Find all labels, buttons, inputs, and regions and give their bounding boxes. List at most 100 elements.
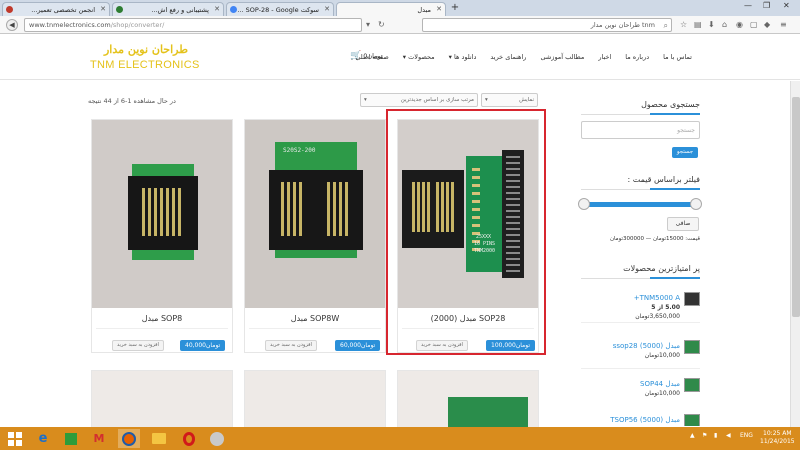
- reading-list-icon[interactable]: ▤: [694, 20, 702, 29]
- scrollbar-thumb[interactable]: [792, 97, 800, 317]
- close-tab-icon[interactable]: ✕: [436, 5, 442, 13]
- logo-english[interactable]: TNM ELECTRONICS: [90, 59, 200, 71]
- menu-about[interactable]: درباره ما: [625, 53, 649, 61]
- google-favicon-icon: [230, 6, 237, 13]
- menu-products[interactable]: محصولات ▾: [403, 53, 435, 61]
- browser-tab-3[interactable]: سوکت SOP-28 - Google ... ✕: [226, 2, 334, 16]
- home-icon[interactable]: ⌂: [722, 20, 727, 29]
- sort-controls: مرتب سازی بر اساس جدیدترین ▾ نمایش ▾: [360, 93, 538, 107]
- new-tab-icon[interactable]: +: [449, 2, 461, 14]
- product-thumbnail[interactable]: [684, 378, 700, 392]
- address-bar[interactable]: www.tnmelectronics.com /shop/converter/: [24, 18, 362, 32]
- download-icon[interactable]: ⬇: [708, 20, 715, 29]
- result-count: در حال مشاهده 1-6 از 44 نتیجه: [88, 97, 176, 105]
- top-item-name[interactable]: TNM5000 A+: [634, 294, 680, 302]
- product-title[interactable]: مبدل SOP8W: [245, 314, 385, 323]
- product-thumbnail[interactable]: [684, 340, 700, 354]
- url-host: www.tnmelectronics.com: [29, 21, 111, 29]
- app-taskbar-button[interactable]: [206, 429, 228, 448]
- search-icon[interactable]: ⌕: [664, 21, 668, 31]
- internet-explorer-icon: e: [38, 431, 48, 446]
- top-item-name[interactable]: مبدل (5000) ssop28: [613, 342, 680, 350]
- back-icon[interactable]: ◀: [6, 19, 18, 31]
- heading-underline: [581, 277, 700, 279]
- close-tab-icon[interactable]: ✕: [324, 5, 330, 13]
- product-image[interactable]: S20S2-200: [245, 120, 385, 308]
- top-item-name[interactable]: مبدل (5000) TSOP56: [610, 416, 680, 424]
- language-indicator[interactable]: ENG: [740, 432, 753, 439]
- product-card-partial[interactable]: [244, 370, 386, 430]
- price-button[interactable]: 40,000تومان: [180, 340, 226, 351]
- price-slider-max-handle[interactable]: [690, 198, 702, 210]
- store-taskbar-button[interactable]: [60, 429, 82, 448]
- top-rated-item[interactable]: مبدل SOP44 10,000تومان: [581, 378, 700, 412]
- product-thumbnail[interactable]: [684, 414, 700, 426]
- menu-home[interactable]: صفحه اصلی: [355, 53, 388, 61]
- explorer-taskbar-button[interactable]: [148, 429, 170, 448]
- minimize-icon[interactable]: —: [744, 1, 752, 10]
- logo-persian[interactable]: طراحان نوین مدار: [104, 43, 188, 56]
- dropdown-icon[interactable]: ▾: [366, 20, 370, 29]
- price-slider-min-handle[interactable]: [578, 198, 590, 210]
- close-tab-icon[interactable]: ✕: [214, 5, 220, 13]
- top-rated-item[interactable]: مبدل (5000) TSOP56: [581, 414, 700, 426]
- price-button[interactable]: 60,000تومان: [335, 340, 381, 351]
- tray-network-icon[interactable]: ▮: [714, 432, 717, 439]
- product-thumbnail[interactable]: [684, 292, 700, 306]
- firefox-taskbar-button[interactable]: [118, 429, 140, 448]
- menu-tutorials[interactable]: مطالب آموزشی: [540, 53, 584, 61]
- search-bar[interactable]: tnm طراحان نوین مدار ⌕: [422, 18, 672, 32]
- close-window-icon[interactable]: ✕: [783, 1, 790, 10]
- menu-icon[interactable]: ≡: [780, 20, 787, 29]
- menu-buying-guide[interactable]: راهنمای خرید: [490, 53, 526, 61]
- product-image[interactable]: [92, 120, 232, 308]
- addon-icon[interactable]: ◆: [764, 20, 770, 29]
- socket-sop8-image: [92, 120, 232, 308]
- tray-volume-icon[interactable]: ◀: [726, 432, 731, 439]
- ie-taskbar-button[interactable]: e: [32, 429, 54, 448]
- rating-value: 5.00 از 5: [651, 304, 680, 311]
- firefox-icon: [122, 431, 136, 446]
- chevron-down-icon: ▾: [402, 53, 407, 61]
- menu-downloads[interactable]: دانلود ها ▾: [449, 53, 477, 61]
- product-search-input[interactable]: جستجو: [581, 121, 700, 139]
- top-rated-item[interactable]: TNM5000 A+ 5.00 از 5 3,650,000تومان: [581, 292, 700, 326]
- browser-tab-1[interactable]: انجمن تخصصی تعمیر... ✕: [2, 2, 110, 16]
- chat-icon[interactable]: ◉: [736, 20, 743, 29]
- menu-contact[interactable]: تماس با ما: [663, 53, 692, 61]
- top-item-name[interactable]: مبدل SOP44: [640, 380, 680, 388]
- main-menu: صفحه اصلی محصولات ▾ دانلود ها ▾ راهنمای …: [355, 53, 692, 61]
- opera-taskbar-button[interactable]: [178, 429, 200, 448]
- price-slider-track[interactable]: [583, 202, 699, 207]
- add-to-cart-button[interactable]: افزودن به سبد خرید: [112, 340, 164, 351]
- reload-icon[interactable]: ↻: [378, 20, 385, 29]
- browser-tab-bar: انجمن تخصصی تعمیر... ✕ پشتیبانی و رفع اش…: [0, 0, 800, 16]
- menu-news[interactable]: اخبار: [598, 53, 611, 61]
- tray-flag-icon[interactable]: ⚑: [702, 432, 707, 439]
- orderby-select[interactable]: مرتب سازی بر اساس جدیدترین ▾: [360, 93, 478, 107]
- product-search-button[interactable]: جستجو: [672, 147, 698, 158]
- tab-label: پشتیبانی و رفع اش...: [151, 5, 209, 14]
- browser-tab-4-active[interactable]: مبدل ✕: [336, 2, 446, 16]
- product-card-partial[interactable]: [397, 370, 539, 430]
- top-rated-item[interactable]: مبدل (5000) ssop28 10,000تومان: [581, 340, 700, 374]
- product-card-sop8w[interactable]: S20S2-200 مبدل SOP8W 60,000تومان افزودن …: [244, 119, 386, 353]
- sidebar-search-heading: جستجوی محصول: [641, 100, 700, 109]
- pocket-icon[interactable]: ▢: [750, 20, 758, 29]
- product-card-sop8[interactable]: مبدل SOP8 40,000تومان افزودن به سبد خرید: [91, 119, 233, 353]
- product-title[interactable]: مبدل SOP8: [92, 314, 232, 323]
- close-tab-icon[interactable]: ✕: [100, 5, 106, 13]
- product-card-partial[interactable]: [91, 370, 233, 430]
- tray-up-arrow-icon[interactable]: ▲: [690, 432, 695, 439]
- start-button[interactable]: [4, 429, 26, 448]
- system-clock[interactable]: 10:25 AM 11/24/2015: [760, 430, 795, 446]
- maximize-icon[interactable]: ❐: [763, 1, 770, 10]
- gmail-taskbar-button[interactable]: M: [88, 429, 110, 448]
- add-to-cart-button[interactable]: افزودن به سبد خرید: [265, 340, 317, 351]
- filter-button[interactable]: صافی: [667, 217, 699, 231]
- star-icon[interactable]: ☆: [680, 20, 687, 29]
- star-rating: 5.00 از 5: [651, 304, 680, 311]
- page-scrollbar[interactable]: [790, 81, 800, 427]
- browser-tab-2[interactable]: پشتیبانی و رفع اش... ✕: [112, 2, 224, 16]
- per-page-select[interactable]: نمایش ▾: [481, 93, 538, 107]
